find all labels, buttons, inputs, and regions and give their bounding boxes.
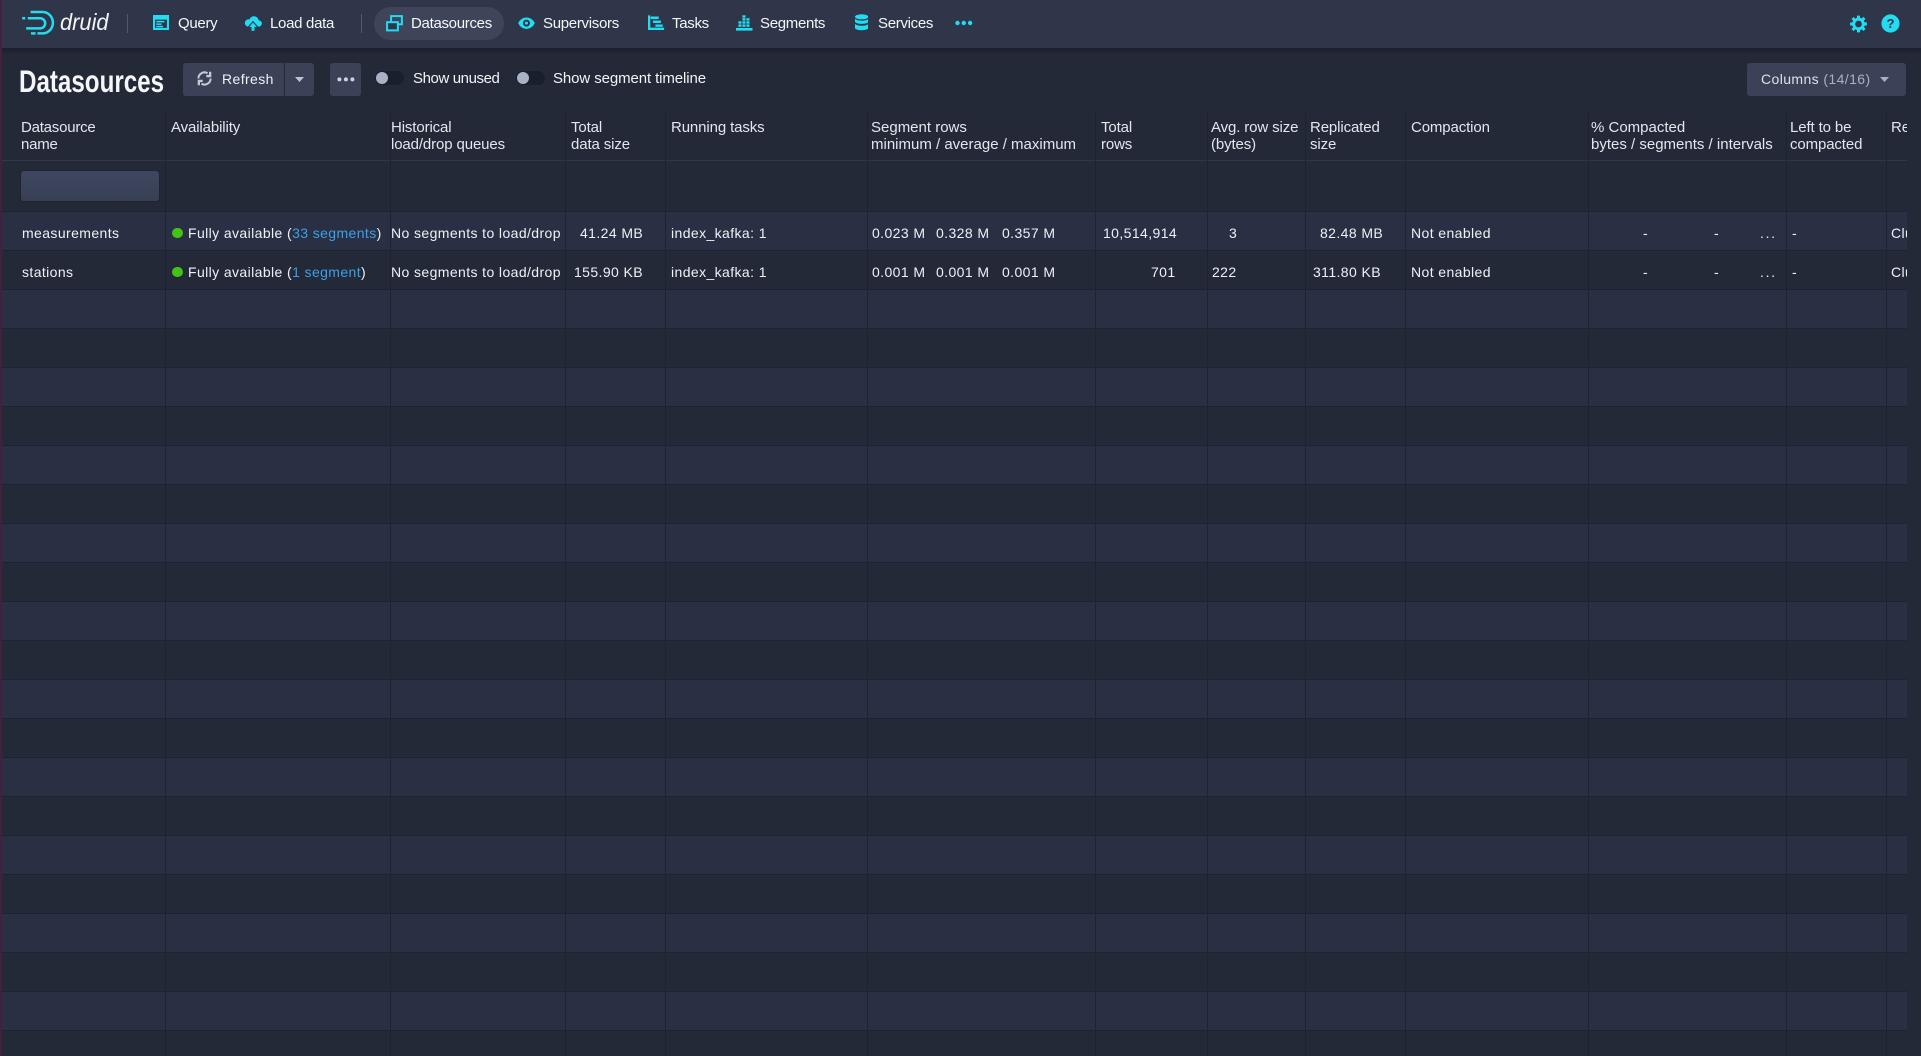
- svg-text:?: ?: [1886, 15, 1894, 30]
